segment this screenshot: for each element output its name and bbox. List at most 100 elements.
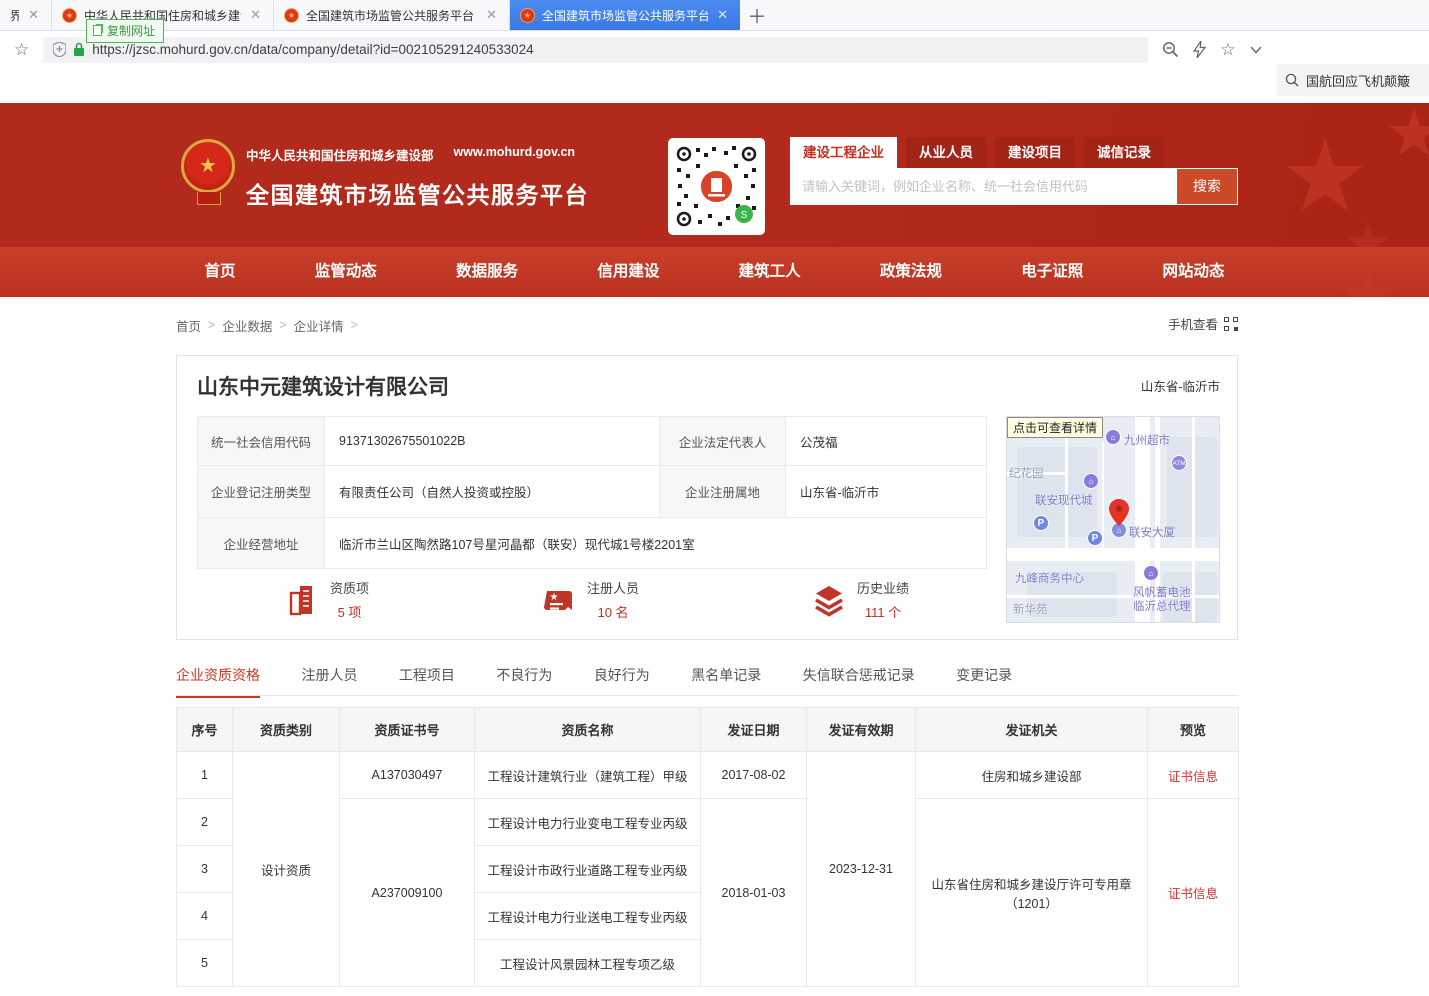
shield-icon bbox=[53, 42, 66, 57]
browser-tab-bar: 界 ✕ ★ 中华人民共和国住房和城乡建设 ✕ ★ 全国建筑市场监管公共服务平台 … bbox=[0, 0, 1429, 31]
map-marker-modern-city: ⌂ bbox=[1083, 473, 1099, 489]
chevron-down-icon[interactable] bbox=[1250, 46, 1262, 54]
nav-item-e-license[interactable]: 电子证照 bbox=[1021, 247, 1083, 297]
nav-item-site-news[interactable]: 网站动态 bbox=[1162, 247, 1224, 297]
certificate-info-link[interactable]: 证书信息 bbox=[1168, 887, 1218, 901]
search-icon bbox=[1285, 73, 1299, 87]
map-tooltip: 点击可查看详情 bbox=[1007, 417, 1103, 438]
address-label: 企业经营地址 bbox=[198, 518, 325, 569]
breadcrumb-company-data[interactable]: 企业数据 bbox=[222, 316, 272, 335]
tab-projects[interactable]: 工程项目 bbox=[399, 665, 455, 696]
stat-qualifications: 资质项 5 项 bbox=[285, 578, 369, 621]
search-tab-enterprise[interactable]: 建设工程企业 bbox=[790, 137, 897, 168]
cell-name: 工程设计电力行业变电工程专业丙级 bbox=[475, 799, 701, 846]
favorite-star-icon[interactable]: ☆ bbox=[1220, 40, 1235, 60]
screen: 界 ✕ ★ 中华人民共和国住房和城乡建设 ✕ ★ 全国建筑市场监管公共服务平台 … bbox=[0, 0, 1429, 996]
col-category: 资质类别 bbox=[233, 708, 340, 752]
browser-tab-active[interactable]: ★ 全国建筑市场监管公共服务平台 ✕ bbox=[510, 0, 740, 30]
breadcrumb-company-detail[interactable]: 企业详情 bbox=[294, 316, 344, 335]
bookmark-star-icon[interactable]: ☆ bbox=[14, 40, 29, 60]
site-title-block: 中华人民共和国住房和城乡建设部 www.mohurd.gov.cn 全国建筑市场… bbox=[246, 145, 589, 210]
cell-cert-no: A137030497 bbox=[340, 752, 475, 799]
address-bar[interactable]: https://jzsc.mohurd.gov.cn/data/company/… bbox=[43, 37, 1148, 63]
cell-cert-no: A237009100 bbox=[340, 799, 475, 987]
search-tab-credit[interactable]: 诚信记录 bbox=[1084, 137, 1164, 168]
tab-registered-personnel[interactable]: 注册人员 bbox=[301, 665, 357, 696]
search-button[interactable]: 搜索 bbox=[1176, 168, 1238, 205]
emblem-favicon: ★ bbox=[520, 8, 535, 23]
map-label-business-center: 九峰商务中心 bbox=[1015, 570, 1084, 586]
ministry-url: www.mohurd.gov.cn bbox=[454, 145, 576, 164]
lightning-icon[interactable] bbox=[1193, 41, 1206, 58]
tab-close-icon[interactable]: ✕ bbox=[248, 7, 263, 23]
emblem-favicon: ★ bbox=[62, 8, 77, 23]
reg-type-value: 有限责任公司（自然人投资或控股） bbox=[325, 466, 660, 518]
tab-dishonesty[interactable]: 失信联合惩戒记录 bbox=[803, 665, 915, 696]
tab-close-icon[interactable]: ✕ bbox=[715, 7, 730, 23]
tab-change-records[interactable]: 变更记录 bbox=[956, 665, 1012, 696]
legal-rep-label: 企业法定代表人 bbox=[660, 417, 786, 466]
search-category-tabs: 建设工程企业 从业人员 建设项目 诚信记录 bbox=[790, 137, 1238, 168]
cell-category: 设计资质 bbox=[233, 752, 340, 987]
company-stats: 资质项 5 项 ★ 注册人员 10 名 bbox=[197, 578, 986, 630]
nav-item-home[interactable]: 首页 bbox=[205, 247, 236, 297]
tab-bad-behavior[interactable]: 不良行为 bbox=[496, 665, 552, 696]
cell-name: 工程设计建筑行业（建筑工程）甲级 bbox=[475, 752, 701, 799]
certificate-info-link[interactable]: 证书信息 bbox=[1168, 770, 1218, 784]
svg-text:S: S bbox=[741, 210, 748, 221]
quick-search-box[interactable]: 国航回应飞机颠簸 bbox=[1277, 64, 1429, 96]
location-map[interactable]: ⌂ 九州超市 ATM 纪花园 ⌂ 联安现代城 P P ⌂ 联安大厦 九峰商务中心… bbox=[1006, 416, 1220, 623]
breadcrumb-home[interactable]: 首页 bbox=[176, 316, 201, 335]
search-tab-personnel[interactable]: 从业人员 bbox=[906, 137, 986, 168]
tab-title: 全国建筑市场监管公共服务平台 bbox=[306, 7, 477, 24]
quick-search-text: 国航回应飞机颠簸 bbox=[1306, 71, 1410, 90]
new-tab-button[interactable]: ＋ bbox=[740, 0, 774, 30]
cell-seq: 2 bbox=[177, 799, 233, 846]
tab-good-behavior[interactable]: 良好行为 bbox=[594, 665, 650, 696]
cell-preview: 证书信息 bbox=[1148, 799, 1239, 987]
tab-close-icon[interactable]: ✕ bbox=[484, 7, 499, 23]
tab-blacklist[interactable]: 黑名单记录 bbox=[691, 665, 761, 696]
copy-url-tooltip: 复制网址 bbox=[86, 19, 164, 43]
cell-name: 工程设计市政行业道路工程专业丙级 bbox=[475, 846, 701, 893]
col-seq: 序号 bbox=[177, 708, 233, 752]
mobile-view-link[interactable]: 手机查看 bbox=[1168, 314, 1238, 333]
cell-seq: 1 bbox=[177, 752, 233, 799]
header-search-widget: 建设工程企业 从业人员 建设项目 诚信记录 搜索 bbox=[790, 137, 1238, 205]
stat-history-performance: 历史业绩 111 个 bbox=[812, 578, 909, 621]
map-label-modern-city: 联安现代城 bbox=[1035, 492, 1093, 508]
stat-value: 5 项 bbox=[330, 602, 369, 621]
browser-toolbar: ☆ https://jzsc.mohurd.gov.cn/data/compan… bbox=[0, 31, 1429, 68]
map-label-xinhuayuan: 新华苑 bbox=[1013, 601, 1048, 617]
stat-label: 历史业绩 bbox=[857, 578, 909, 597]
tab-close-icon[interactable]: ✕ bbox=[26, 7, 41, 23]
browser-tab-jzsc[interactable]: ★ 全国建筑市场监管公共服务平台 ✕ bbox=[274, 0, 510, 30]
cell-seq: 3 bbox=[177, 846, 233, 893]
map-marker-battery: ⌂ bbox=[1143, 565, 1159, 581]
site-header: ★ 中华人民共和国住房和城乡建设部 www.mohurd.gov.cn 全国建筑… bbox=[0, 103, 1429, 247]
nav-item-data-service[interactable]: 数据服务 bbox=[456, 247, 518, 297]
certificate-icon: ★ bbox=[542, 583, 576, 617]
browser-tab-partial[interactable]: 界 ✕ bbox=[0, 0, 52, 30]
credit-code-label: 统一社会信用代码 bbox=[198, 417, 325, 466]
stat-value: 111 个 bbox=[857, 602, 909, 621]
col-name: 资质名称 bbox=[475, 708, 701, 752]
stat-value: 10 名 bbox=[587, 602, 639, 621]
nav-item-supervision[interactable]: 监管动态 bbox=[315, 247, 377, 297]
ministry-name: 中华人民共和国住房和城乡建设部 bbox=[246, 145, 434, 164]
company-location-pin bbox=[1109, 499, 1129, 526]
zoom-out-icon[interactable] bbox=[1162, 41, 1179, 58]
tab-qualifications[interactable]: 企业资质资格 bbox=[176, 665, 260, 698]
credit-code-value: 91371302675501022B bbox=[325, 417, 660, 466]
nav-item-workers[interactable]: 建筑工人 bbox=[739, 247, 801, 297]
nav-item-credit[interactable]: 信用建设 bbox=[597, 247, 659, 297]
qualification-table: 序号 资质类别 资质证书号 资质名称 发证日期 发证有效期 发证机关 预览 1 … bbox=[176, 707, 1239, 987]
search-tab-project[interactable]: 建设项目 bbox=[995, 137, 1075, 168]
national-emblem-logo: ★ bbox=[181, 139, 235, 193]
keyword-search-input[interactable] bbox=[790, 168, 1176, 205]
address-value: 临沂市兰山区陶然路107号星河晶都（联安）现代城1号楼2201室 bbox=[325, 518, 987, 569]
cell-seq: 5 bbox=[177, 940, 233, 987]
detail-tabs: 企业资质资格 注册人员 工程项目 不良行为 良好行为 黑名单记录 失信联合惩戒记… bbox=[176, 665, 1238, 696]
nav-item-policy[interactable]: 政策法规 bbox=[880, 247, 942, 297]
map-label-tower: 联安大厦 bbox=[1129, 524, 1175, 540]
